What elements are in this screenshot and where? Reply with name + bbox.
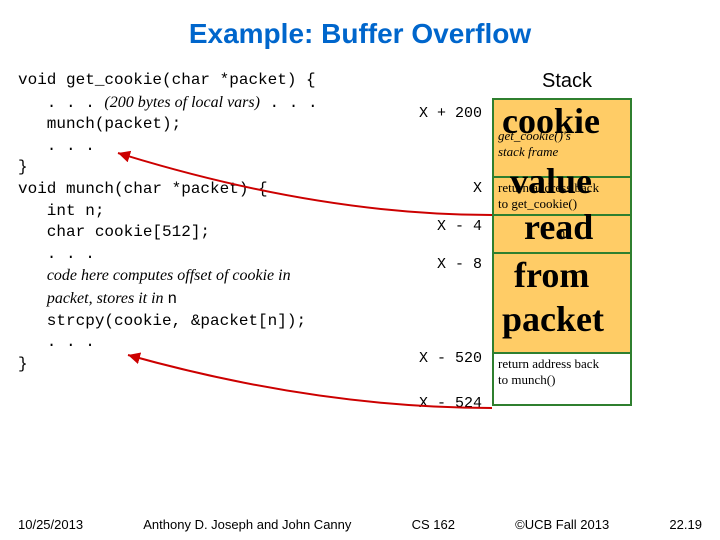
code-line: . . .	[18, 137, 95, 155]
cell-text: return address back	[498, 180, 599, 195]
cell-text: to munch()	[498, 372, 555, 387]
addr-label: X - 520	[402, 350, 482, 367]
footer-copyright: ©UCB Fall 2013	[515, 517, 609, 532]
addr-label: X	[402, 180, 482, 197]
code-line: munch(packet);	[18, 115, 181, 133]
stack-heading: Stack	[542, 70, 592, 93]
footer-course: CS 162	[412, 517, 455, 532]
code-line: int n;	[18, 202, 104, 220]
cell-text: to get_cookie()	[498, 196, 577, 211]
stack-cell-frame: get_cookie()'s stack frame	[494, 100, 630, 178]
slide-content: void get_cookie(char *packet) { . . . (2…	[18, 70, 702, 490]
stack-cell-ret2: return address back to munch()	[494, 354, 630, 404]
code-italic: packet, stores it in	[47, 290, 168, 307]
cell-text: stack frame	[498, 144, 558, 159]
code-line: . . .	[18, 245, 95, 263]
addr-label: X + 200	[402, 105, 482, 122]
code-line: char cookie[512];	[18, 223, 210, 241]
code-n: n	[168, 290, 178, 308]
cell-text: n	[559, 225, 566, 240]
stack-box: get_cookie()'s stack frame return addres…	[492, 98, 632, 406]
code-block: void get_cookie(char *packet) { . . . (2…	[18, 70, 438, 375]
stack-cell-ret1: return address back to get_cookie()	[494, 178, 630, 216]
footer-slide-number: 22.19	[669, 517, 702, 532]
code-italic: code here computes offset of cookie in	[47, 267, 291, 284]
addr-label: X - 524	[402, 395, 482, 412]
code-line: void munch(char *packet) {	[18, 180, 268, 198]
cell-text: return address back	[498, 356, 599, 371]
slide-footer: 10/25/2013 Anthony D. Joseph and John Ca…	[18, 517, 702, 532]
stack-diagram: Stack X + 200 X X - 4 X - 8 X - 520 X - …	[402, 70, 702, 470]
stack-cell-n: n	[494, 216, 630, 254]
code-line: }	[18, 158, 28, 176]
addr-label: X - 4	[402, 218, 482, 235]
slide-title: Example: Buffer Overflow	[0, 0, 720, 50]
code-line: void get_cookie(char *packet) {	[18, 71, 316, 89]
addr-label: X - 8	[402, 256, 482, 273]
code-line: strcpy(cookie, &packet[n]);	[18, 312, 306, 330]
code-line: . . .	[18, 94, 104, 112]
stack-cell-cookie-buf	[494, 254, 630, 354]
code-line: . . .	[18, 333, 95, 351]
code-line: . . .	[260, 94, 318, 112]
footer-date: 10/25/2013	[18, 517, 83, 532]
footer-authors: Anthony D. Joseph and John Canny	[143, 517, 351, 532]
cell-text: get_cookie()'s	[498, 128, 571, 143]
code-line: }	[18, 355, 28, 373]
code-italic: (200 bytes of local vars)	[104, 94, 260, 111]
